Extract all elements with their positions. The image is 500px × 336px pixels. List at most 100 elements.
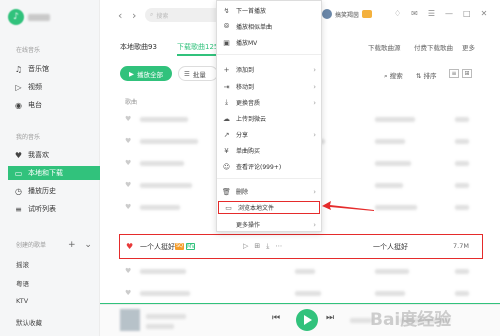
- play-icon[interactable]: ▷: [243, 242, 248, 251]
- skin-icon[interactable]: ♢: [394, 9, 401, 18]
- vip-badge-icon: [362, 10, 373, 18]
- menu-icon[interactable]: ☰: [428, 9, 435, 18]
- menu-divider: [217, 54, 321, 55]
- sidebar-item-trial-list[interactable]: ≡ 试听列表: [14, 202, 94, 216]
- sidebar-item-radio[interactable]: ◉ 电台: [14, 98, 94, 112]
- collapse-icon[interactable]: ⌄: [84, 240, 92, 250]
- sidebar-item-history[interactable]: ◷ 播放历史: [14, 184, 94, 198]
- chevron-right-icon: ›: [313, 187, 316, 196]
- forward-icon[interactable]: ›: [132, 9, 136, 22]
- grid-view-icon[interactable]: ⊞: [462, 69, 472, 78]
- sidebar-item-local-download[interactable]: ▭ 本地和下载: [8, 166, 100, 180]
- sidebar-item-video[interactable]: ▷ 视频: [14, 80, 94, 94]
- list-icon: ≡: [15, 204, 22, 214]
- heart-icon[interactable]: ♥: [125, 267, 131, 275]
- video-icon: ▷: [15, 82, 22, 92]
- chevron-right-icon: ›: [313, 220, 316, 229]
- mv-icon: ▣: [223, 38, 230, 47]
- heart-icon[interactable]: ♥: [125, 137, 131, 145]
- song-size: 7.7M: [453, 242, 469, 250]
- mv-badge[interactable]: MV: [186, 243, 195, 250]
- add-playlist-icon[interactable]: +: [68, 240, 76, 250]
- album-cover[interactable]: [120, 309, 140, 331]
- sort-icon: ⇅: [416, 72, 422, 80]
- playlist-item[interactable]: 默认收藏: [16, 317, 42, 327]
- heart-filled-icon[interactable]: ♥: [126, 242, 133, 251]
- download-source-link[interactable]: 下载歌曲源: [368, 42, 401, 52]
- search-icon: ⌕: [150, 11, 154, 18]
- music-note-icon: ♫: [14, 64, 23, 74]
- selected-song-row[interactable]: ♥ 一个人挺好 SQ MV ▷ ⊞ ⤓ ⋯ 一个人挺好 7.7M: [119, 234, 483, 259]
- tab-downloaded-songs[interactable]: 下载歌曲125: [177, 42, 218, 52]
- back-icon[interactable]: ‹: [118, 9, 122, 22]
- close-icon[interactable]: ✕: [481, 9, 488, 18]
- context-menu: ↯ 下一首播放 ⦾ 播放相似单曲 ▣ 播放MV + 添加到 › ⇥ 移动到 › ⤓ 更换音质 › …: [216, 0, 322, 232]
- playlist-item[interactable]: KTV: [16, 297, 28, 305]
- section-created-playlists: 创建的歌单: [16, 242, 47, 249]
- sidebar: ♪ 在线音乐 ♫ 音乐馆 ▷ 视频 ◉ 电台 我的音乐 ♥ 我喜欢 ▭ 本地和下载 ◷ 播放…: [0, 0, 100, 336]
- heart-icon[interactable]: ♥: [125, 203, 131, 211]
- logo-icon: ♪: [8, 9, 24, 25]
- share-icon: ↗: [223, 130, 230, 139]
- sidebar-item-music-hall[interactable]: ♫ 音乐馆: [14, 62, 94, 76]
- menu-item-comments[interactable]: ☺ 查看评论(999+): [217, 160, 321, 173]
- play-button[interactable]: [296, 309, 318, 331]
- playlist-item[interactable]: 摇滚: [16, 259, 29, 269]
- chevron-right-icon: ›: [313, 130, 316, 139]
- heart-icon[interactable]: ♥: [125, 289, 131, 297]
- next-icon[interactable]: ⏭: [326, 313, 334, 323]
- chevron-right-icon: ›: [313, 82, 316, 91]
- trash-icon: 🗑: [222, 187, 231, 196]
- maximize-icon[interactable]: □: [463, 9, 471, 18]
- app-logo: ♪: [8, 9, 50, 25]
- more-link[interactable]: 更多: [462, 42, 475, 52]
- menu-item-add-to[interactable]: + 添加到 ›: [217, 63, 321, 76]
- menu-item-change-quality[interactable]: ⤓ 更换音质 ›: [217, 96, 321, 109]
- heart-icon[interactable]: ♥: [125, 159, 131, 167]
- menu-item-upload-cloud[interactable]: ☁ 上传到微云: [217, 112, 321, 125]
- add-icon: +: [223, 65, 230, 74]
- tab-indicator: [177, 54, 217, 56]
- list-view-icon[interactable]: ≡: [449, 69, 459, 78]
- sort-button[interactable]: ⇅ 排序: [416, 70, 437, 80]
- heart-icon: ♥: [14, 150, 23, 160]
- menu-item-play-similar[interactable]: ⦾ 播放相似单曲: [217, 20, 321, 33]
- watermark: Bai度经验: [370, 310, 452, 330]
- chevron-right-icon: ›: [313, 98, 316, 107]
- table-row[interactable]: ♥: [120, 285, 482, 303]
- radio-icon: ◉: [15, 100, 22, 110]
- heart-icon[interactable]: ♥: [125, 115, 131, 123]
- batch-icon: ☰: [184, 69, 190, 78]
- menu-item-buy-single[interactable]: ¥ 单曲购买: [217, 144, 321, 157]
- tab-local-songs[interactable]: 本地歌曲93: [120, 42, 157, 52]
- window-controls: ♢ ✉ ☰ — □ ✕: [394, 9, 487, 18]
- menu-item-play-next[interactable]: ↯ 下一首播放: [217, 4, 321, 17]
- menu-item-share[interactable]: ↗ 分享 ›: [217, 128, 321, 141]
- folder-icon: ▭: [225, 203, 232, 212]
- download-icon: ⤓: [224, 98, 229, 106]
- menu-item-browse-local-file[interactable]: ▭ 浏览本地文件: [218, 201, 320, 214]
- sidebar-item-favorites[interactable]: ♥ 我喜欢: [14, 148, 94, 162]
- mail-icon[interactable]: ✉: [411, 9, 418, 18]
- menu-item-play-mv[interactable]: ▣ 播放MV: [217, 36, 321, 49]
- menu-item-move-to[interactable]: ⇥ 移动到 ›: [217, 80, 321, 93]
- heart-icon[interactable]: ♥: [125, 181, 131, 189]
- menu-item-more-actions[interactable]: 更多操作 ›: [217, 218, 321, 231]
- playlist-item[interactable]: 粤语: [16, 278, 29, 288]
- prev-icon[interactable]: ⏮: [272, 313, 280, 323]
- play-all-button[interactable]: ▶ 播放全部: [120, 66, 172, 81]
- menu-item-delete[interactable]: 🗑 删除 ›: [217, 185, 321, 198]
- more-icon[interactable]: ⋯: [275, 242, 282, 251]
- song-artist[interactable]: 一个人挺好: [373, 242, 408, 252]
- minimize-icon[interactable]: —: [445, 9, 453, 18]
- add-icon[interactable]: ⊞: [254, 242, 260, 251]
- list-search-button[interactable]: ⌕ 搜索: [384, 70, 403, 81]
- table-row[interactable]: ♥: [120, 263, 482, 281]
- section-my-music: 我的音乐: [16, 134, 41, 141]
- batch-button[interactable]: ☰ 批量: [178, 66, 218, 81]
- purchase-icon: ¥: [224, 146, 229, 155]
- download-icon[interactable]: ⤓: [266, 242, 269, 251]
- paid-download-link[interactable]: 付费下载歌曲: [414, 42, 453, 52]
- song-title[interactable]: 一个人挺好: [140, 242, 175, 252]
- user-info[interactable]: 搞笑羯茵: [322, 9, 373, 19]
